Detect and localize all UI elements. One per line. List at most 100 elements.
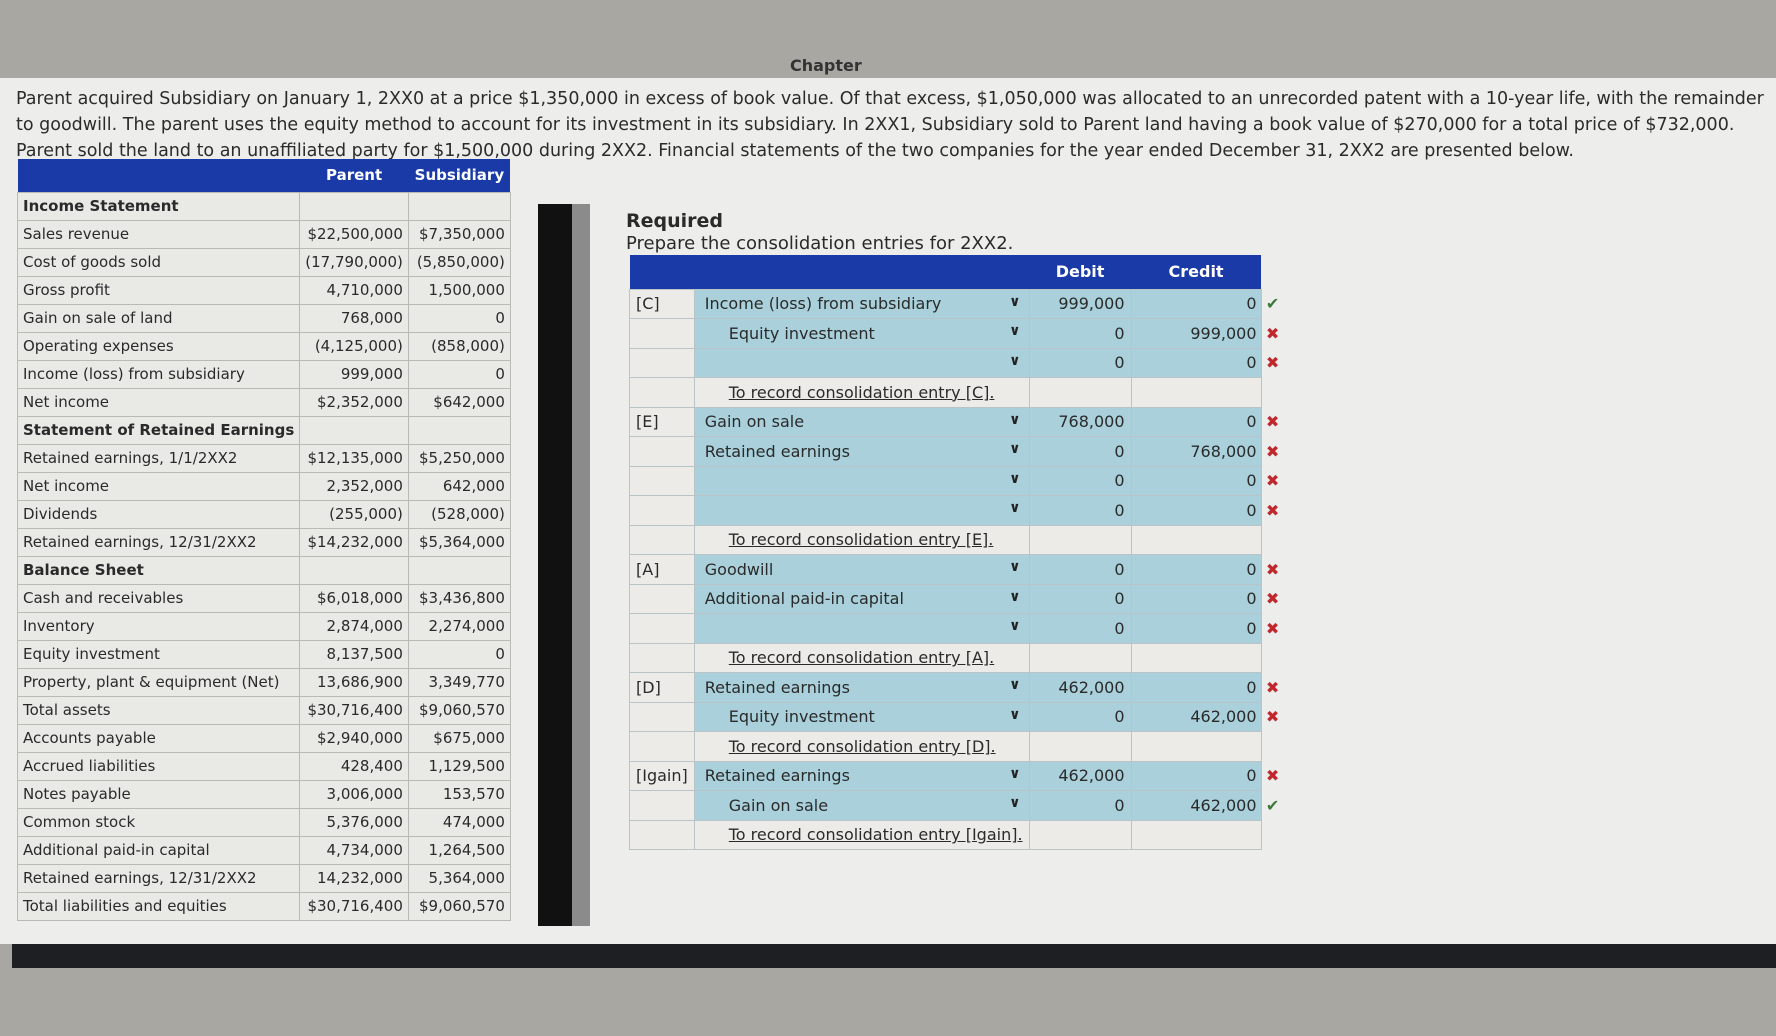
credit-input[interactable]: 0 ✖: [1130, 672, 1279, 703]
chevron-down-icon[interactable]: ∨: [1009, 323, 1020, 339]
chevron-down-icon[interactable]: ∨: [1009, 353, 1020, 369]
memo-link[interactable]: To record consolidation entry [A].: [701, 648, 994, 667]
subsidiary-value: 153,570: [407, 779, 511, 809]
credit-input[interactable]: 0 ✖: [1130, 583, 1279, 614]
table-row: Total liabilities and equities $30,716,40…: [16, 891, 511, 921]
debit-input[interactable]: 0: [1028, 583, 1132, 614]
chevron-down-icon[interactable]: ∨: [1009, 766, 1020, 782]
chevron-down-icon[interactable]: ∨: [1009, 795, 1020, 811]
account-select[interactable]: Equity investment ∨: [693, 318, 1030, 349]
credit-input[interactable]: 0 ✖: [1130, 495, 1279, 526]
chevron-down-icon[interactable]: ∨: [1009, 618, 1020, 634]
parent-value: $30,716,400: [299, 891, 409, 921]
credit-input[interactable]: 768,000 ✖: [1130, 436, 1279, 467]
account-select[interactable]: Goodwill ∨: [693, 554, 1030, 585]
credit-input[interactable]: 0 ✖: [1130, 554, 1279, 585]
debit-input[interactable]: 0: [1028, 318, 1132, 349]
account-select[interactable]: ∨: [693, 495, 1030, 526]
credit-input[interactable]: 0 ✖: [1130, 613, 1279, 644]
account-name: [701, 471, 705, 490]
credit-input[interactable]: 462,000 ✖: [1130, 701, 1279, 732]
credit-value: 0: [1246, 677, 1257, 697]
account-select[interactable]: Gain on sale ∨: [693, 790, 1030, 821]
account-select[interactable]: ∨: [693, 465, 1030, 496]
memo-row: To record consolidation entry [E].: [629, 524, 1262, 555]
memo-row: To record consolidation entry [Igain].: [629, 819, 1262, 850]
chevron-down-icon[interactable]: ∨: [1009, 294, 1020, 310]
memo-cell: To record consolidation entry [C].: [693, 377, 1030, 408]
chevron-down-icon[interactable]: ∨: [1009, 559, 1020, 575]
debit-input[interactable]: 0: [1028, 465, 1132, 496]
parent-value: 13,686,900: [299, 667, 409, 697]
table-row: Dividends (255,000) (528,000): [16, 499, 511, 529]
screen-bezel: [12, 944, 1776, 968]
debit-input[interactable]: 768,000: [1028, 406, 1132, 437]
account-select[interactable]: ∨: [693, 347, 1030, 378]
entry-line: [C] Income (loss) from subsidiary ∨ 999,000…: [629, 288, 1279, 319]
account-select[interactable]: Equity investment ∨: [693, 701, 1030, 732]
instruction-text: Prepare the consolidation entries for 2X…: [626, 233, 1014, 254]
row-label: Total assets: [16, 695, 301, 725]
table-row: Property, plant & equipment (Net) 13,686,…: [16, 667, 511, 697]
page: Parent acquired Subsidiary on January 1,…: [0, 78, 1776, 944]
debit-input[interactable]: 0: [1028, 701, 1132, 732]
debit-input[interactable]: 0: [1028, 790, 1132, 821]
section-row: Income Statement: [16, 191, 511, 221]
row-label: Dividends: [16, 499, 301, 529]
chevron-down-icon[interactable]: ∨: [1009, 412, 1020, 428]
debit-input[interactable]: 999,000: [1028, 288, 1132, 319]
chevron-down-icon[interactable]: ∨: [1009, 441, 1020, 457]
subsidiary-value: 0: [407, 359, 511, 389]
parent-value: $14,232,000: [299, 527, 409, 557]
credit-input[interactable]: 0 ✖: [1130, 406, 1279, 437]
credit-input[interactable]: 999,000 ✖: [1130, 318, 1279, 349]
subsidiary-value: 0: [407, 303, 511, 333]
account-select[interactable]: Retained earnings ∨: [693, 436, 1030, 467]
debit-input[interactable]: 0: [1028, 495, 1132, 526]
credit-input[interactable]: 0 ✖: [1130, 760, 1279, 791]
memo-link[interactable]: To record consolidation entry [C].: [701, 383, 995, 402]
account-select[interactable]: Additional paid-in capital ∨: [693, 583, 1030, 614]
chevron-down-icon[interactable]: ∨: [1009, 589, 1020, 605]
debit-input[interactable]: 0: [1028, 554, 1132, 585]
entry-code: [629, 318, 695, 349]
account-name: [701, 501, 705, 520]
memo-link[interactable]: To record consolidation entry [D].: [701, 737, 996, 756]
credit-input[interactable]: 462,000 ✔: [1130, 790, 1279, 821]
table-row: Operating expenses (4,125,000) (858,000): [16, 331, 511, 361]
credit-input[interactable]: 0 ✖: [1130, 465, 1279, 496]
chevron-down-icon[interactable]: ∨: [1009, 471, 1020, 487]
debit-input[interactable]: 0: [1028, 613, 1132, 644]
table-row: Accounts payable $2,940,000 $675,000: [16, 723, 511, 753]
entry-line: ∨ 0 0 ✖: [629, 465, 1279, 496]
memo-link[interactable]: To record consolidation entry [E].: [701, 530, 994, 549]
entry-line: [E] Gain on sale ∨ 768,000 0 ✖: [629, 406, 1279, 437]
account-select[interactable]: Retained earnings ∨: [693, 672, 1030, 703]
memo-cell: To record consolidation entry [Igain].: [693, 819, 1030, 850]
account-select[interactable]: ∨: [693, 613, 1030, 644]
subsidiary-value: $642,000: [407, 387, 511, 417]
credit-input[interactable]: 0 ✖: [1130, 347, 1279, 378]
parent-value: (17,790,000): [299, 247, 409, 277]
debit-input[interactable]: 0: [1028, 436, 1132, 467]
debit-input[interactable]: 462,000: [1028, 760, 1132, 791]
credit-value: 0: [1246, 412, 1257, 432]
memo-link[interactable]: To record consolidation entry [Igain].: [701, 825, 1023, 844]
account-select[interactable]: Gain on sale ∨: [693, 406, 1030, 437]
row-label: Equity investment: [16, 639, 301, 669]
chevron-down-icon[interactable]: ∨: [1009, 500, 1020, 516]
credit-input[interactable]: 0 ✔: [1130, 288, 1279, 319]
entry-line: ∨ 0 0 ✖: [629, 347, 1279, 378]
debit-input[interactable]: 462,000: [1028, 672, 1132, 703]
parent-value: 4,734,000: [299, 835, 409, 865]
chevron-down-icon[interactable]: ∨: [1009, 707, 1020, 723]
entry-line: [D] Retained earnings ∨ 462,000 0 ✖: [629, 672, 1279, 703]
debit-blank: [1028, 642, 1132, 673]
account-select[interactable]: Income (loss) from subsidiary ∨: [693, 288, 1030, 319]
x-icon: ✖: [1265, 677, 1280, 697]
account-name: Retained earnings: [704, 441, 850, 461]
account-select[interactable]: Retained earnings ∨: [693, 760, 1030, 791]
debit-input[interactable]: 0: [1028, 347, 1132, 378]
chevron-down-icon[interactable]: ∨: [1009, 677, 1020, 693]
credit-value: 0: [1246, 500, 1257, 520]
